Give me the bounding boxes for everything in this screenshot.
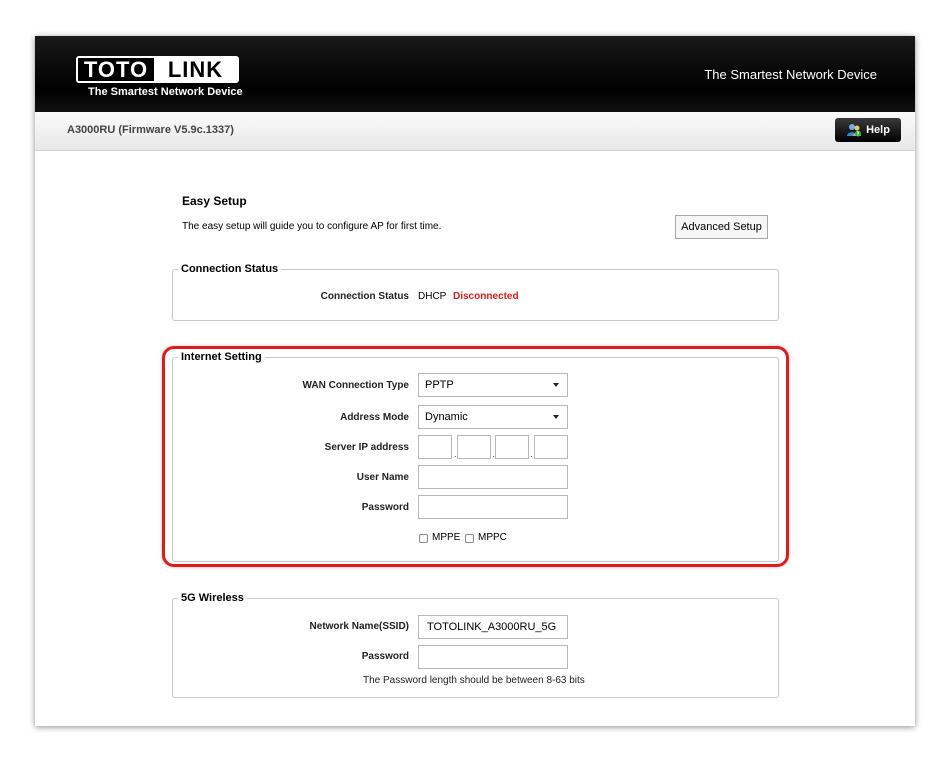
user-name-label: User Name xyxy=(356,472,409,483)
easy-setup-description: The easy setup will guide you to configu… xyxy=(182,221,442,232)
mppe-label: MPPE xyxy=(432,532,461,543)
internet-setting-legend: Internet Setting xyxy=(181,351,262,363)
top-banner: TOTO LINK The Smartest Network Device Th… xyxy=(35,36,915,112)
mppe-checkbox[interactable] xyxy=(419,534,428,543)
wireless-password-input[interactable] xyxy=(418,645,568,669)
connection-status-legend: Connection Status xyxy=(181,263,279,275)
mppc-label: MPPC xyxy=(478,532,507,543)
address-mode-select[interactable]: Dynamic xyxy=(418,405,568,429)
wireless-password-label: Password xyxy=(361,651,409,662)
chevron-down-icon xyxy=(553,383,559,387)
ssid-label: Network Name(SSID) xyxy=(309,621,409,632)
address-mode-label: Address Mode xyxy=(340,412,409,423)
ip-separator-dot: . xyxy=(530,449,533,460)
server-ip-label: Server IP address xyxy=(324,442,409,453)
server-ip-octet-1[interactable] xyxy=(418,435,452,459)
connection-status-label: Connection Status xyxy=(320,291,409,302)
user-name-input[interactable] xyxy=(418,465,568,489)
firmware-version: A3000RU (Firmware V5.9c.1337) xyxy=(67,124,234,136)
banner-slogan: The Smartest Network Device xyxy=(704,67,877,82)
help-people-icon: ? xyxy=(846,122,862,138)
wan-connection-type-value: PPTP xyxy=(425,379,454,391)
logo-link-text: LINK xyxy=(154,58,237,81)
wan-connection-type-select[interactable]: PPTP xyxy=(418,373,568,397)
totolink-logo: TOTO LINK xyxy=(76,56,239,83)
advanced-setup-button[interactable]: Advanced Setup xyxy=(675,215,768,239)
wan-connection-type-label: WAN Connection Type xyxy=(302,380,409,391)
help-button[interactable]: ? Help xyxy=(835,118,901,142)
server-ip-octet-4[interactable] xyxy=(534,435,568,459)
wireless-5g-legend: 5G Wireless xyxy=(181,592,244,604)
pptp-password-label: Password xyxy=(361,502,409,513)
address-mode-value: Dynamic xyxy=(425,411,468,423)
mppc-checkbox[interactable] xyxy=(465,534,474,543)
logo-tagline: The Smartest Network Device xyxy=(88,86,243,98)
svg-text:?: ? xyxy=(857,132,860,138)
logo-toto-text: TOTO xyxy=(78,58,154,81)
router-admin-window: TOTO LINK The Smartest Network Device Th… xyxy=(35,36,915,726)
pptp-password-input[interactable] xyxy=(418,495,568,519)
info-bar: A3000RU (Firmware V5.9c.1337) ? Help xyxy=(35,112,915,151)
ssid-input[interactable]: TOTOLINK_A3000RU_5G xyxy=(418,615,568,639)
easy-setup-title: Easy Setup xyxy=(182,194,247,208)
connection-protocol: DHCP xyxy=(418,291,447,302)
chevron-down-icon xyxy=(553,415,559,419)
help-label: Help xyxy=(866,124,890,136)
server-ip-octet-3[interactable] xyxy=(495,435,529,459)
password-length-note: The Password length should be between 8-… xyxy=(363,675,585,686)
server-ip-octet-2[interactable] xyxy=(457,435,491,459)
connection-state: Disconnected xyxy=(453,291,519,302)
